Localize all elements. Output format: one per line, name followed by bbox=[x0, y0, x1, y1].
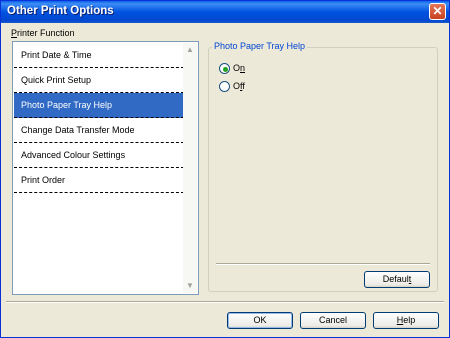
scroll-up-icon[interactable]: ▲ bbox=[183, 43, 197, 57]
radio-off-circle[interactable] bbox=[219, 81, 230, 92]
list-item-change-data-transfer-mode[interactable]: Change Data Transfer Mode bbox=[14, 118, 184, 143]
scroll-down-icon[interactable]: ▼ bbox=[183, 279, 197, 293]
close-button[interactable]: ✕ bbox=[429, 3, 446, 20]
list-item-print-order[interactable]: Print Order bbox=[14, 168, 184, 193]
window-title: Other Print Options bbox=[7, 5, 114, 17]
list-item-print-date-time[interactable]: Print Date & Time bbox=[14, 43, 184, 68]
function-items: Print Date & Time Quick Print Setup Phot… bbox=[14, 43, 184, 193]
list-item-advanced-colour-settings[interactable]: Advanced Colour Settings bbox=[14, 143, 184, 168]
group-title: Photo Paper Tray Help bbox=[212, 41, 308, 51]
group-divider bbox=[216, 263, 430, 265]
radio-off-label: Off bbox=[233, 81, 245, 91]
close-icon: ✕ bbox=[432, 4, 443, 18]
printer-function-label: Printer Function bbox=[11, 28, 75, 38]
default-button[interactable]: Default bbox=[364, 271, 430, 288]
title-bar[interactable]: Other Print Options ✕ bbox=[1, 1, 449, 23]
list-scrollbar[interactable]: ▲ ▼ bbox=[183, 43, 197, 293]
list-item-quick-print-setup[interactable]: Quick Print Setup bbox=[14, 68, 184, 93]
dialog-window: Other Print Options ✕ Printer Function P… bbox=[0, 0, 450, 338]
radio-selected-dot bbox=[223, 67, 228, 72]
radio-on-label: On bbox=[233, 63, 246, 73]
radio-on-circle[interactable] bbox=[219, 63, 230, 74]
footer-divider bbox=[6, 301, 444, 303]
cancel-button[interactable]: Cancel bbox=[300, 312, 366, 329]
ok-button[interactable]: OK bbox=[227, 312, 293, 329]
printer-function-list[interactable]: Print Date & Time Quick Print Setup Phot… bbox=[12, 41, 199, 295]
help-button[interactable]: Help bbox=[373, 312, 439, 329]
list-item-photo-paper-tray-help[interactable]: Photo Paper Tray Help bbox=[14, 93, 184, 118]
